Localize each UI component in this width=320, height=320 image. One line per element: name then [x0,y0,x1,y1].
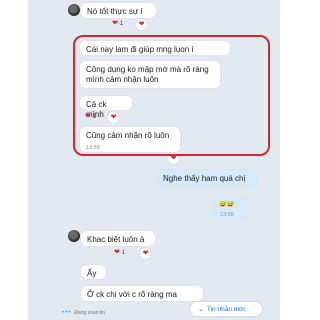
message-emoji: 😅😅 [219,202,234,208]
new-messages-button[interactable]: ⌄ Tin nhắn mới [190,302,262,316]
typing-status: Đang soạn tin [74,310,106,316]
sender-avatar[interactable] [68,4,80,16]
chevron-down-icon: ⌄ [198,306,204,313]
my-message-bubble[interactable]: Nghe thấy ham quá chị [157,170,257,186]
heart-icon: ❤ [112,20,118,27]
message-text: Ở ck chị với c rõ ràng ma [87,290,177,299]
new-messages-label: Tin nhắn mới [206,305,245,313]
typing-dots-icon: ••• [62,310,72,316]
heart-react-button[interactable]: ❤ [140,248,151,259]
heart-react-button[interactable]: ❤ [136,19,147,30]
reaction-count: 1 [119,20,124,27]
message-text: Ấy [87,269,97,278]
reaction-count: 1 [121,249,126,256]
message-text: Nó tốt thực sự í [87,7,143,16]
reaction-summary[interactable]: ❤ 1 [114,249,125,256]
message-bubble[interactable]: Khac biệt luôn ả [81,231,155,246]
sender-avatar[interactable] [68,230,80,242]
reaction-summary[interactable]: ❤ 1 [112,20,123,27]
message-bubble[interactable]: Nó tốt thực sự í [81,3,156,18]
heart-icon: ❤ [114,249,120,256]
message-text: Khac biệt luôn ả [87,235,145,244]
message-bubble[interactable]: Ấy [81,265,106,279]
message-text: Nghe thấy ham quá chị [163,174,246,183]
message-timestamp: 13:58 [220,212,234,218]
message-bubble[interactable]: Ở ck chị với c rõ ràng ma [81,286,203,301]
highlight-box [73,35,270,156]
typing-indicator: ••• Đang soạn tin [62,310,105,316]
